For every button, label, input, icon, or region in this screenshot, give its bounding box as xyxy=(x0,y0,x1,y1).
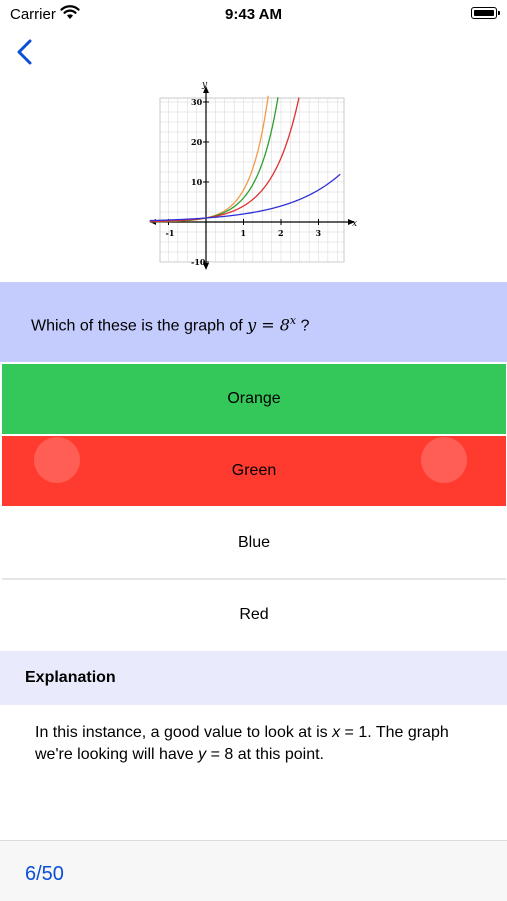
answer-option-blue[interactable]: Blue xyxy=(2,508,506,578)
answer-option-red[interactable]: Red xyxy=(2,580,506,650)
x-tick-label: 1 xyxy=(241,228,247,238)
right-ghost-button xyxy=(421,437,467,483)
explanation-title: Explanation xyxy=(25,669,116,686)
status-bar: Carrier 9:43 AM xyxy=(0,0,507,28)
y-axis-label: y xyxy=(201,80,208,90)
question-text: Which of these is the graph of y = 8x ? xyxy=(31,314,310,335)
battery-icon xyxy=(471,7,500,19)
y-tick-label: 30 xyxy=(191,97,203,107)
left-ghost-button xyxy=(34,437,80,483)
exponential-graph: x y -1 1 2 3302010-10 xyxy=(149,80,357,270)
explanation-text: In this instance, a good value to look a… xyxy=(35,724,449,763)
x-tick-label: 3 xyxy=(316,228,322,238)
x-tick-label: 2 xyxy=(278,228,284,238)
x-tick-label: -1 xyxy=(166,228,175,238)
back-button[interactable] xyxy=(10,36,40,68)
clock: 9:43 AM xyxy=(225,6,282,23)
progress-counter: 6/50 xyxy=(25,863,64,885)
y-tick-label: 10 xyxy=(191,177,203,187)
chevron-left-icon xyxy=(17,39,32,65)
question-math: y = 8 xyxy=(247,315,290,335)
explanation-header: Explanation xyxy=(0,651,507,705)
answer-option-orange[interactable]: Orange xyxy=(2,364,506,434)
question-panel: Which of these is the graph of y = 8x ? xyxy=(0,282,507,362)
footer-bar: 6/50 xyxy=(0,840,507,901)
y-tick-label: 20 xyxy=(191,137,203,147)
x-axis-label: x xyxy=(352,219,357,229)
